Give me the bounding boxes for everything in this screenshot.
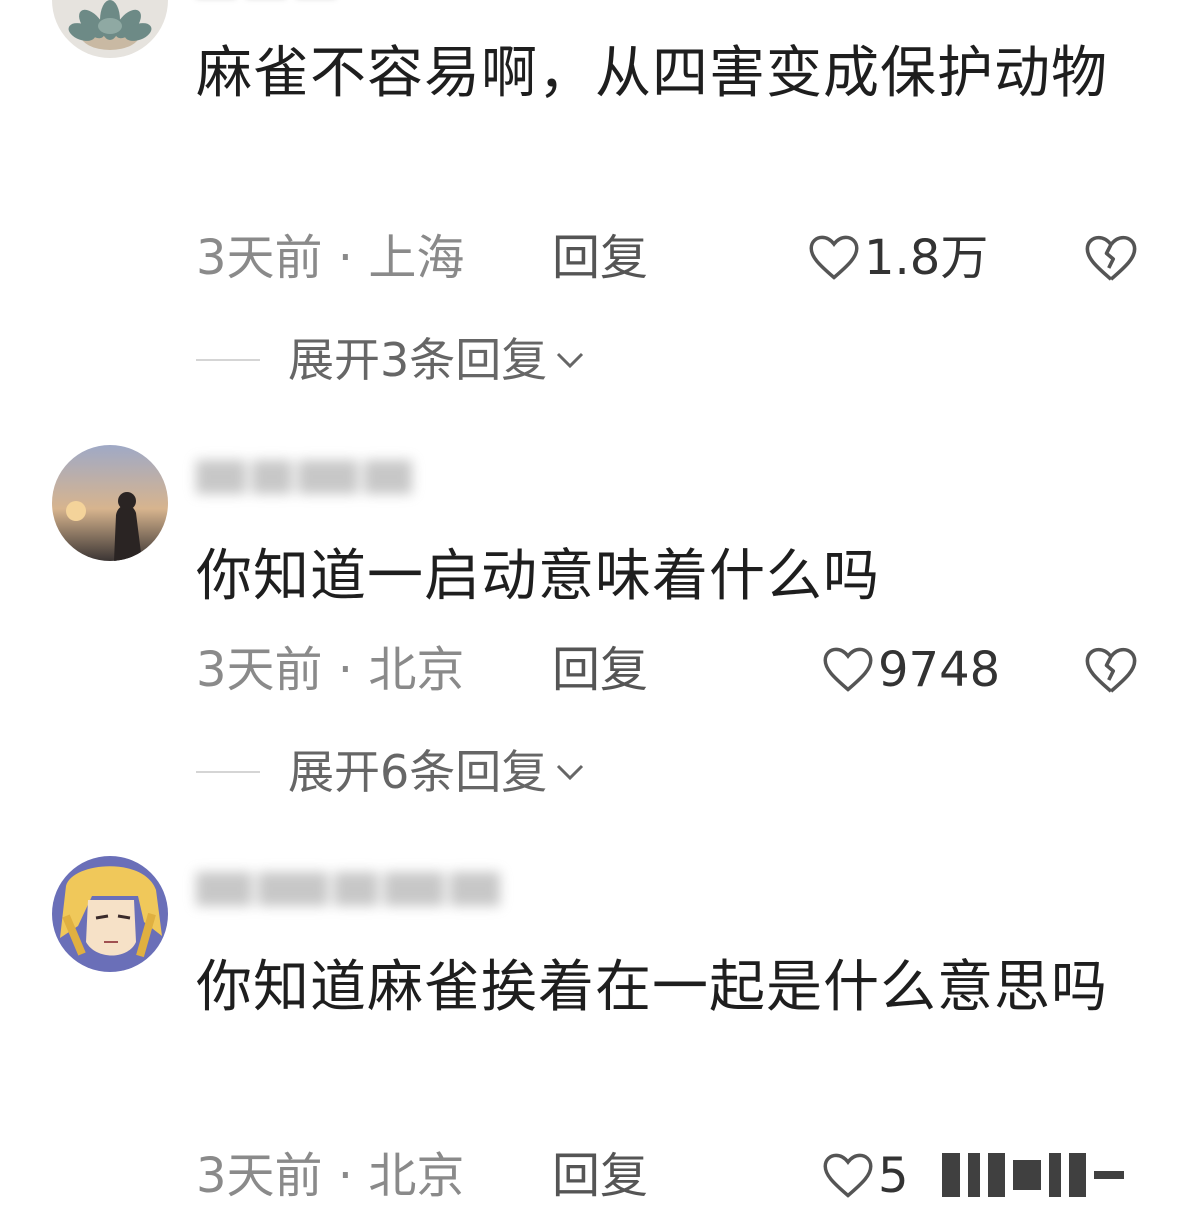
- expand-replies-button[interactable]: 展开3条回复: [196, 330, 587, 390]
- broken-heart-icon: [1085, 647, 1137, 693]
- like-count: 5: [878, 1148, 909, 1204]
- comment-meta: 3天前 · 北京 回复 9748: [196, 640, 1156, 700]
- comment-time-location: 3天前 · 上海: [196, 230, 465, 286]
- divider-line: [196, 359, 260, 361]
- comment-time-location: 3天前 · 北京: [196, 1148, 465, 1204]
- sunset-avatar-image: [52, 445, 168, 561]
- username-blurred[interactable]: [196, 872, 516, 920]
- comment-text: 麻雀不容易啊，从四害变成保护动物: [196, 41, 1108, 106]
- reply-button[interactable]: 回复: [552, 1146, 648, 1206]
- expand-replies-label: 展开3条回复: [288, 333, 548, 387]
- like-button[interactable]: 5: [822, 1146, 909, 1206]
- expand-replies-label: 展开6条回复: [288, 745, 548, 799]
- dislike-button[interactable]: [1084, 234, 1138, 284]
- like-button[interactable]: 9748: [822, 640, 1000, 700]
- comment-time-location: 3天前 · 北京: [196, 642, 465, 698]
- like-count: 1.8万: [864, 230, 989, 286]
- chevron-down-icon: [557, 352, 584, 369]
- like-button[interactable]: 1.8万: [808, 228, 988, 288]
- heart-outline-icon: [823, 647, 873, 692]
- heart-outline-icon: [823, 1153, 873, 1198]
- avatar[interactable]: [52, 856, 168, 972]
- anime-avatar-image: [52, 856, 168, 972]
- succulent-avatar-image: [52, 0, 168, 58]
- chevron-down-icon: [557, 764, 584, 781]
- divider-line: [196, 771, 260, 773]
- avatar[interactable]: [52, 0, 168, 58]
- avatar[interactable]: [52, 445, 168, 561]
- comment-meta: 3天前 · 上海 回复 1.8万: [196, 228, 1156, 288]
- expand-replies-button[interactable]: 展开6条回复: [196, 742, 587, 802]
- comment-text: 你知道麻雀挨着在一起是什么意思吗: [196, 955, 1108, 1020]
- username-blurred[interactable]: [196, 0, 366, 6]
- broken-heart-icon: [1085, 235, 1137, 281]
- heart-outline-icon: [809, 235, 859, 280]
- watermark-mosaic: [942, 1148, 1132, 1202]
- like-count: 9748: [878, 642, 1001, 698]
- dislike-button[interactable]: [1084, 646, 1138, 696]
- comment-meta: 3天前 · 北京 回复 5: [196, 1146, 1156, 1206]
- username-blurred[interactable]: [196, 460, 426, 508]
- reply-button[interactable]: 回复: [552, 640, 648, 700]
- reply-button[interactable]: 回复: [552, 228, 648, 288]
- comment-text: 你知道一启动意味着什么吗: [196, 544, 880, 609]
